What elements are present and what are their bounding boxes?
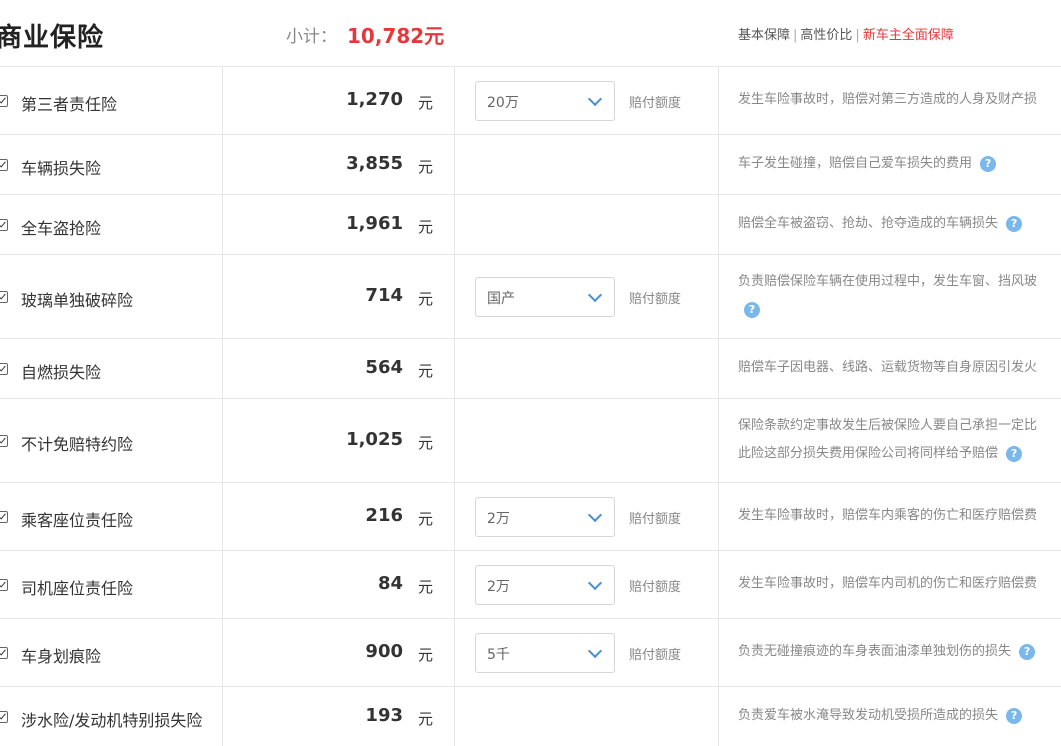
chevron-down-icon [587, 575, 603, 591]
insurance-description: 负责爱车被水淹导致发动机受损所造成的损失? [738, 702, 1061, 730]
insurance-price: 3,855 [346, 153, 403, 174]
coverage-label: 赔付额度 [629, 648, 682, 663]
coverage-select[interactable]: 5千 [475, 633, 615, 673]
insurance-name: 玻璃单独破碎险 [21, 291, 134, 310]
insurance-description: 保险条款约定事故发生后被保险人要自己承担一定比 此险这部分损失费用保险公司将同样给… [738, 418, 1038, 462]
currency-unit: 元 [418, 218, 434, 236]
insurance-description: 赔偿全车被盗窃、抢劫、抢夺造成的车辆损失? [738, 210, 1061, 238]
chevron-down-icon [587, 643, 603, 659]
table-row: 车身划痕险 900 元 5千 赔付额度 负责无碰撞痕迹的车身表面油漆单独划伤的损… [0, 619, 1061, 687]
row-checkbox[interactable] [0, 435, 8, 447]
coverage-select[interactable]: 2万 [475, 565, 615, 605]
row-checkbox[interactable] [0, 363, 8, 375]
currency-unit: 元 [418, 290, 434, 308]
insurance-description: 发生车险事故时，赔偿对第三方造成的人身及财产损 [738, 92, 1038, 107]
plan-basic-link[interactable]: 基本保障 [738, 28, 790, 43]
insurance-description: 负责无碰撞痕迹的车身表面油漆单独划伤的损失? [738, 638, 1061, 666]
currency-unit: 元 [418, 510, 434, 528]
insurance-name: 全车盗抢险 [21, 219, 102, 238]
insurance-name: 车辆损失险 [21, 159, 102, 178]
table-row: 涉水险/发动机特别损失险 193 元 负责爱车被水淹导致发动机受损所造成的损失? [0, 687, 1061, 746]
insurance-price: 714 [365, 285, 403, 306]
help-icon[interactable]: ? [1006, 445, 1023, 462]
insurance-description: 赔偿车子因电器、线路、运载货物等自身原因引发火 [738, 360, 1038, 375]
currency-unit: 元 [418, 434, 434, 452]
insurance-price: 1,270 [346, 89, 403, 110]
currency-unit: 元 [418, 362, 434, 380]
plan-switcher: 基本保障 | 高性价比 | 新车主全面保障 [738, 28, 954, 43]
insurance-description: 车子发生碰撞，赔偿自己爱车损失的费用? [738, 150, 1061, 178]
insurance-price: 216 [365, 505, 403, 526]
help-icon[interactable]: ? [1019, 643, 1036, 660]
plan-value-link[interactable]: 高性价比 [800, 28, 852, 43]
insurance-price: 84 [377, 573, 403, 594]
insurance-price: 1,961 [346, 213, 403, 234]
coverage-select-value: 2万 [487, 579, 510, 595]
help-icon[interactable]: ? [744, 301, 760, 318]
currency-unit: 元 [418, 578, 434, 596]
coverage-label: 赔付额度 [629, 96, 682, 111]
insurance-name: 乘客座位责任险 [21, 511, 134, 530]
row-checkbox[interactable] [0, 95, 8, 107]
subtotal-value: 10,782元 [347, 24, 445, 48]
coverage-label: 赔付额度 [629, 512, 682, 527]
row-checkbox[interactable] [0, 159, 8, 171]
coverage-select[interactable]: 2万 [475, 497, 615, 537]
row-checkbox[interactable] [0, 647, 8, 659]
coverage-label: 赔付额度 [629, 580, 682, 595]
table-row: 第三者责任险 1,270 元 20万 赔付额度 发生车险事故时，赔偿对第三方造成… [0, 67, 1061, 135]
currency-unit: 元 [418, 158, 434, 176]
currency-unit: 元 [418, 94, 434, 112]
chevron-down-icon [587, 507, 603, 523]
coverage-select[interactable]: 国产 [475, 277, 615, 317]
insurance-name: 自燃损失险 [21, 363, 102, 382]
table-row: 自燃损失险 564 元 赔偿车子因电器、线路、运载货物等自身原因引发火 [0, 339, 1061, 399]
header: 商业保险 小计： 10,782元 基本保障 | 高性价比 | 新车主全面保障 [0, 0, 1061, 67]
subtotal-label: 小计： [286, 27, 337, 47]
table-row: 车辆损失险 3,855 元 车子发生碰撞，赔偿自己爱车损失的费用? [0, 135, 1061, 195]
chevron-down-icon [587, 287, 603, 303]
currency-unit: 元 [418, 710, 434, 728]
row-checkbox[interactable] [0, 579, 8, 591]
table-row: 不计免赔特约险 1,025 元 保险条款约定事故发生后被保险人要自己承担一定比此… [0, 399, 1061, 483]
help-icon[interactable]: ? [1006, 215, 1023, 232]
insurance-name: 车身划痕险 [21, 647, 102, 666]
insurance-description: 发生车险事故时，赔偿车内乘客的伤亡和医疗赔偿费 [738, 508, 1038, 523]
insurance-price: 900 [365, 641, 403, 662]
row-checkbox[interactable] [0, 291, 8, 303]
insurance-price: 193 [365, 705, 403, 726]
insurance-description: 发生车险事故时，赔偿车内司机的伤亡和医疗赔偿费 [738, 576, 1038, 591]
coverage-label: 赔付额度 [629, 292, 682, 307]
table-row: 全车盗抢险 1,961 元 赔偿全车被盗窃、抢劫、抢夺造成的车辆损失? [0, 195, 1061, 255]
coverage-select-value: 5千 [487, 647, 510, 663]
insurance-price: 1,025 [346, 429, 403, 450]
row-checkbox[interactable] [0, 219, 8, 231]
insurance-price: 564 [365, 357, 403, 378]
help-icon[interactable]: ? [1006, 707, 1023, 724]
table-row: 乘客座位责任险 216 元 2万 赔付额度 发生车险事故时，赔偿车内乘客的伤亡和… [0, 483, 1061, 551]
coverage-select-value: 20万 [487, 95, 519, 111]
help-icon[interactable]: ? [980, 155, 997, 172]
insurance-description: 负责赔偿保险车辆在使用过程中，发生车窗、挡风玻? [738, 274, 1038, 318]
coverage-select[interactable]: 20万 [475, 81, 615, 121]
insurance-name: 不计免赔特约险 [21, 435, 134, 454]
row-checkbox[interactable] [0, 511, 8, 523]
table-row: 玻璃单独破碎险 714 元 国产 赔付额度 负责赔偿保险车辆在使用过程中，发生车… [0, 255, 1061, 339]
insurance-name: 涉水险/发动机特别损失险 [21, 711, 203, 730]
row-checkbox[interactable] [0, 711, 8, 723]
coverage-select-value: 2万 [487, 511, 510, 527]
insurance-name: 第三者责任险 [21, 95, 118, 114]
plan-full-link[interactable]: 新车主全面保障 [863, 28, 954, 43]
coverage-select-value: 国产 [487, 291, 515, 307]
currency-unit: 元 [418, 646, 434, 664]
chevron-down-icon [587, 91, 603, 107]
insurance-name: 司机座位责任险 [21, 579, 134, 598]
table-row: 司机座位责任险 84 元 2万 赔付额度 发生车险事故时，赔偿车内司机的伤亡和医… [0, 551, 1061, 619]
page-title: 商业保险 [0, 23, 105, 53]
